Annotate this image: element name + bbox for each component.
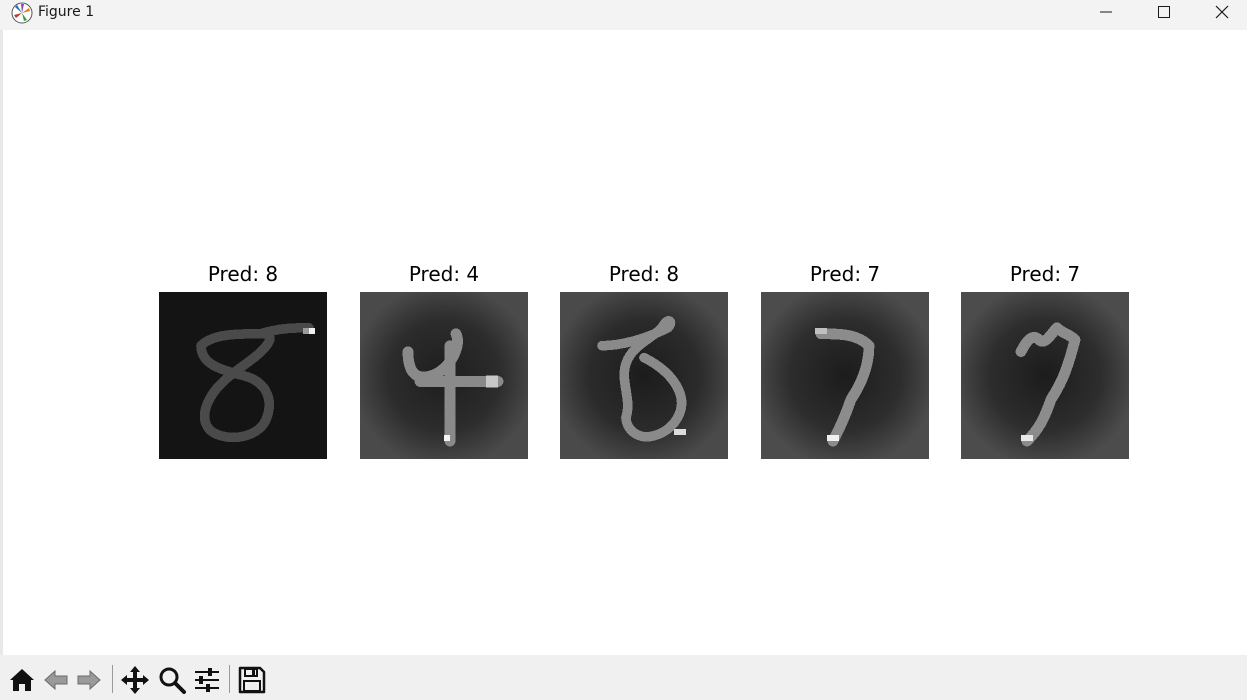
toolbar-separator — [112, 665, 113, 693]
save-button[interactable] — [237, 665, 267, 695]
minimize-button[interactable] — [1077, 0, 1135, 24]
configure-subplots-icon — [195, 668, 219, 692]
digit-image — [159, 292, 327, 459]
digit-image — [761, 292, 929, 459]
configure-subplots-button[interactable] — [192, 665, 222, 695]
maximize-button[interactable] — [1135, 0, 1193, 24]
back-arrow-icon — [44, 669, 68, 691]
home-icon — [10, 669, 34, 691]
matplotlib-logo-icon — [11, 2, 33, 24]
figure-canvas[interactable]: Pred: 8 Pred: 4 Pred: 8 Pred: 7 Pred: 7 — [3, 30, 1247, 655]
subplot-title: Pred: 7 — [1009, 262, 1081, 286]
digit-image — [961, 292, 1129, 459]
window-title: Figure 1 — [38, 4, 95, 20]
window-titlebar: Figure 1 — [0, 0, 1247, 30]
back-button[interactable] — [41, 665, 71, 695]
subplot-title: Pred: 8 — [207, 262, 279, 286]
maximize-icon — [1158, 6, 1170, 18]
forward-arrow-icon — [77, 669, 101, 691]
save-icon — [238, 666, 266, 694]
toolbar-separator — [229, 665, 230, 693]
subplot-title: Pred: 8 — [608, 262, 680, 286]
pan-icon — [121, 666, 149, 694]
digit-image — [360, 292, 528, 459]
subplot-title: Pred: 7 — [809, 262, 881, 286]
pan-button[interactable] — [120, 665, 150, 695]
subplot-title: Pred: 4 — [408, 262, 480, 286]
zoom-icon — [159, 667, 186, 694]
close-icon — [1215, 5, 1229, 19]
close-button[interactable] — [1193, 0, 1247, 24]
forward-button[interactable] — [74, 665, 104, 695]
digit-image — [560, 292, 728, 459]
zoom-button[interactable] — [157, 665, 187, 695]
minimize-icon — [1100, 11, 1112, 13]
home-button[interactable] — [7, 665, 37, 695]
navigation-toolbar — [0, 655, 1247, 700]
